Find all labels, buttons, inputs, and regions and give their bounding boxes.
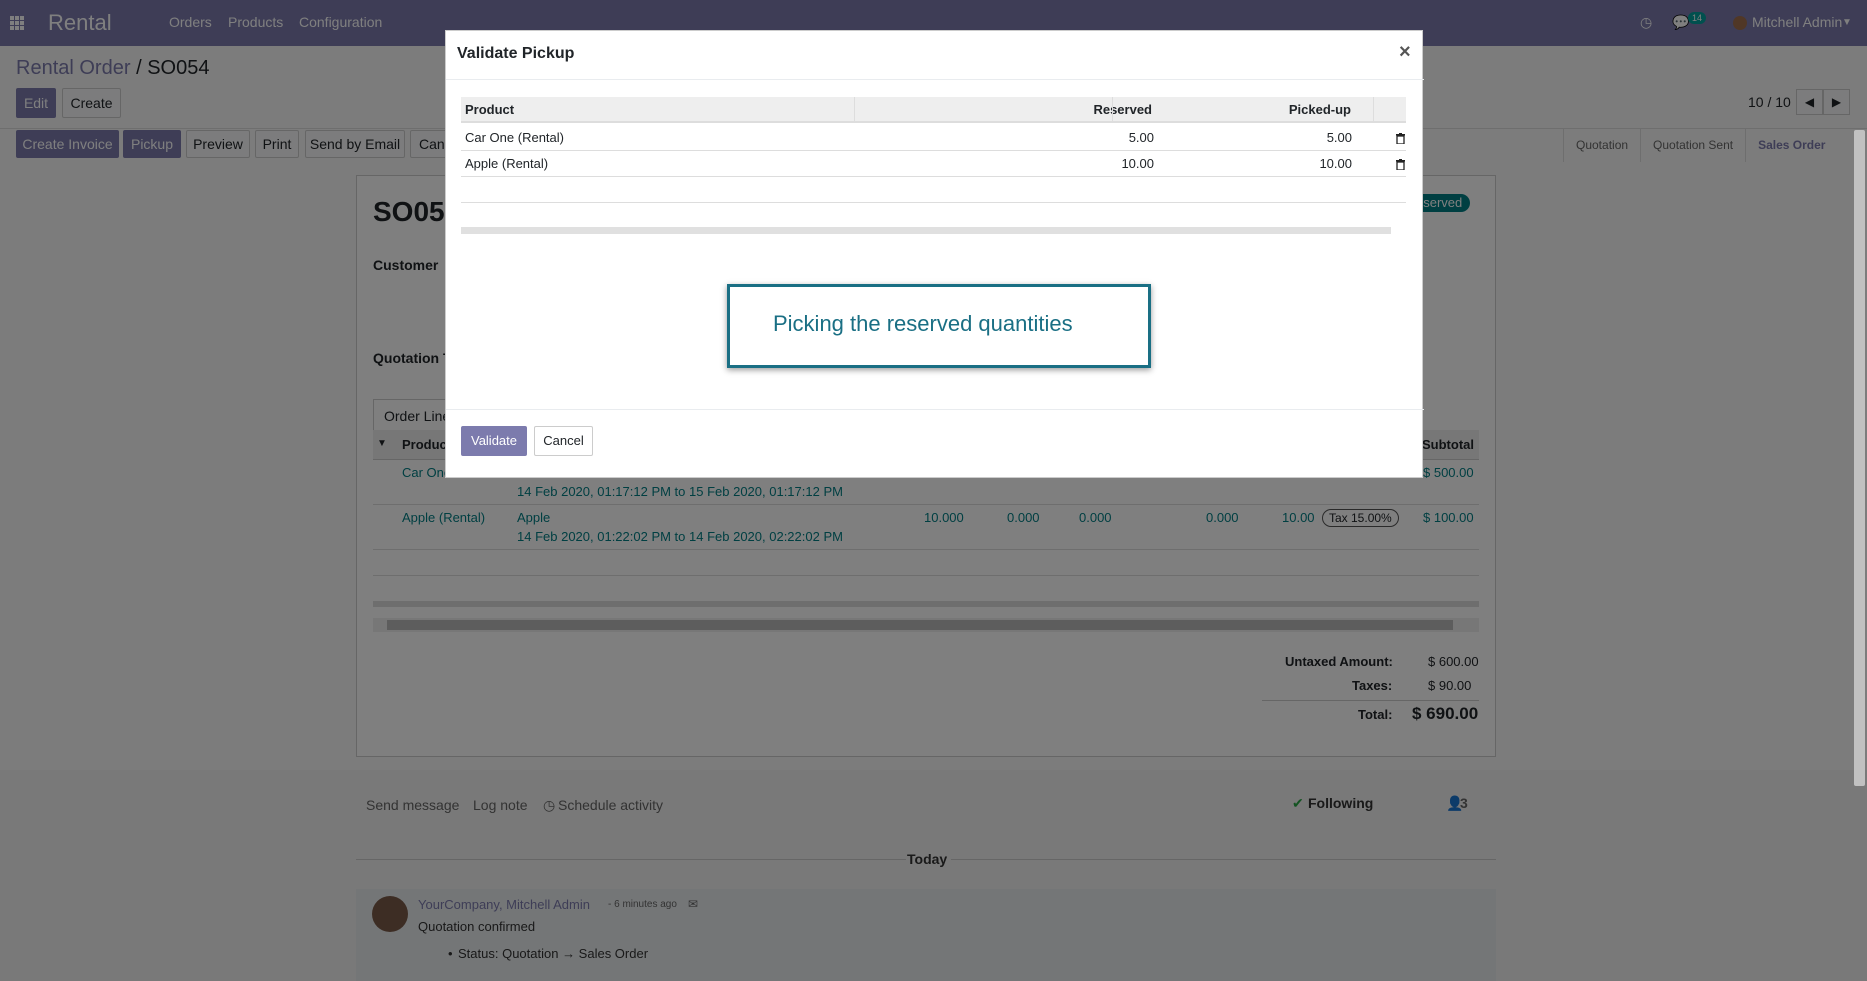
column-separator — [1373, 97, 1374, 123]
pickup-row[interactable]: Apple (Rental) 10.00 10.00 — [461, 151, 1406, 177]
close-icon[interactable]: × — [1399, 41, 1411, 64]
callout-text: Picking the reserved quantities — [773, 311, 1073, 336]
dialog-footer-divider — [446, 409, 1424, 410]
validate-pickup-dialog: Validate Pickup × Product Reserved Picke… — [445, 30, 1424, 478]
row-product: Car One (Rental) — [465, 130, 564, 145]
dialog-header-divider — [446, 79, 1424, 80]
empty-row — [461, 177, 1406, 203]
row-picked[interactable]: 5.00 — [1327, 130, 1352, 145]
empty-row — [461, 203, 1406, 229]
validate-button[interactable]: Validate — [461, 426, 527, 456]
dialog-title: Validate Pickup — [457, 45, 575, 62]
pickup-table-header: Product Reserved Picked-up — [461, 97, 1406, 123]
row-reserved: 10.00 — [1121, 156, 1154, 171]
trash-icon[interactable] — [1396, 133, 1405, 144]
trash-icon[interactable] — [1396, 159, 1405, 170]
col-picked-header[interactable]: Picked-up — [1289, 102, 1351, 117]
col-reserved-header[interactable]: Reserved — [1093, 102, 1152, 117]
table-horizontal-scrollbar[interactable] — [461, 227, 1391, 234]
cancel-button[interactable]: Cancel — [534, 426, 593, 456]
row-reserved: 5.00 — [1128, 130, 1154, 145]
column-separator — [854, 97, 855, 123]
col-product-header[interactable]: Product — [465, 102, 514, 117]
pickup-row[interactable]: Car One (Rental) 5.00 5.00 — [461, 125, 1406, 151]
tutorial-callout: Picking the reserved quantities — [727, 284, 1151, 368]
row-picked[interactable]: 10.00 — [1319, 156, 1352, 171]
column-separator — [1112, 97, 1113, 123]
row-product: Apple (Rental) — [465, 156, 549, 171]
page-scrollbar[interactable] — [1854, 130, 1865, 786]
